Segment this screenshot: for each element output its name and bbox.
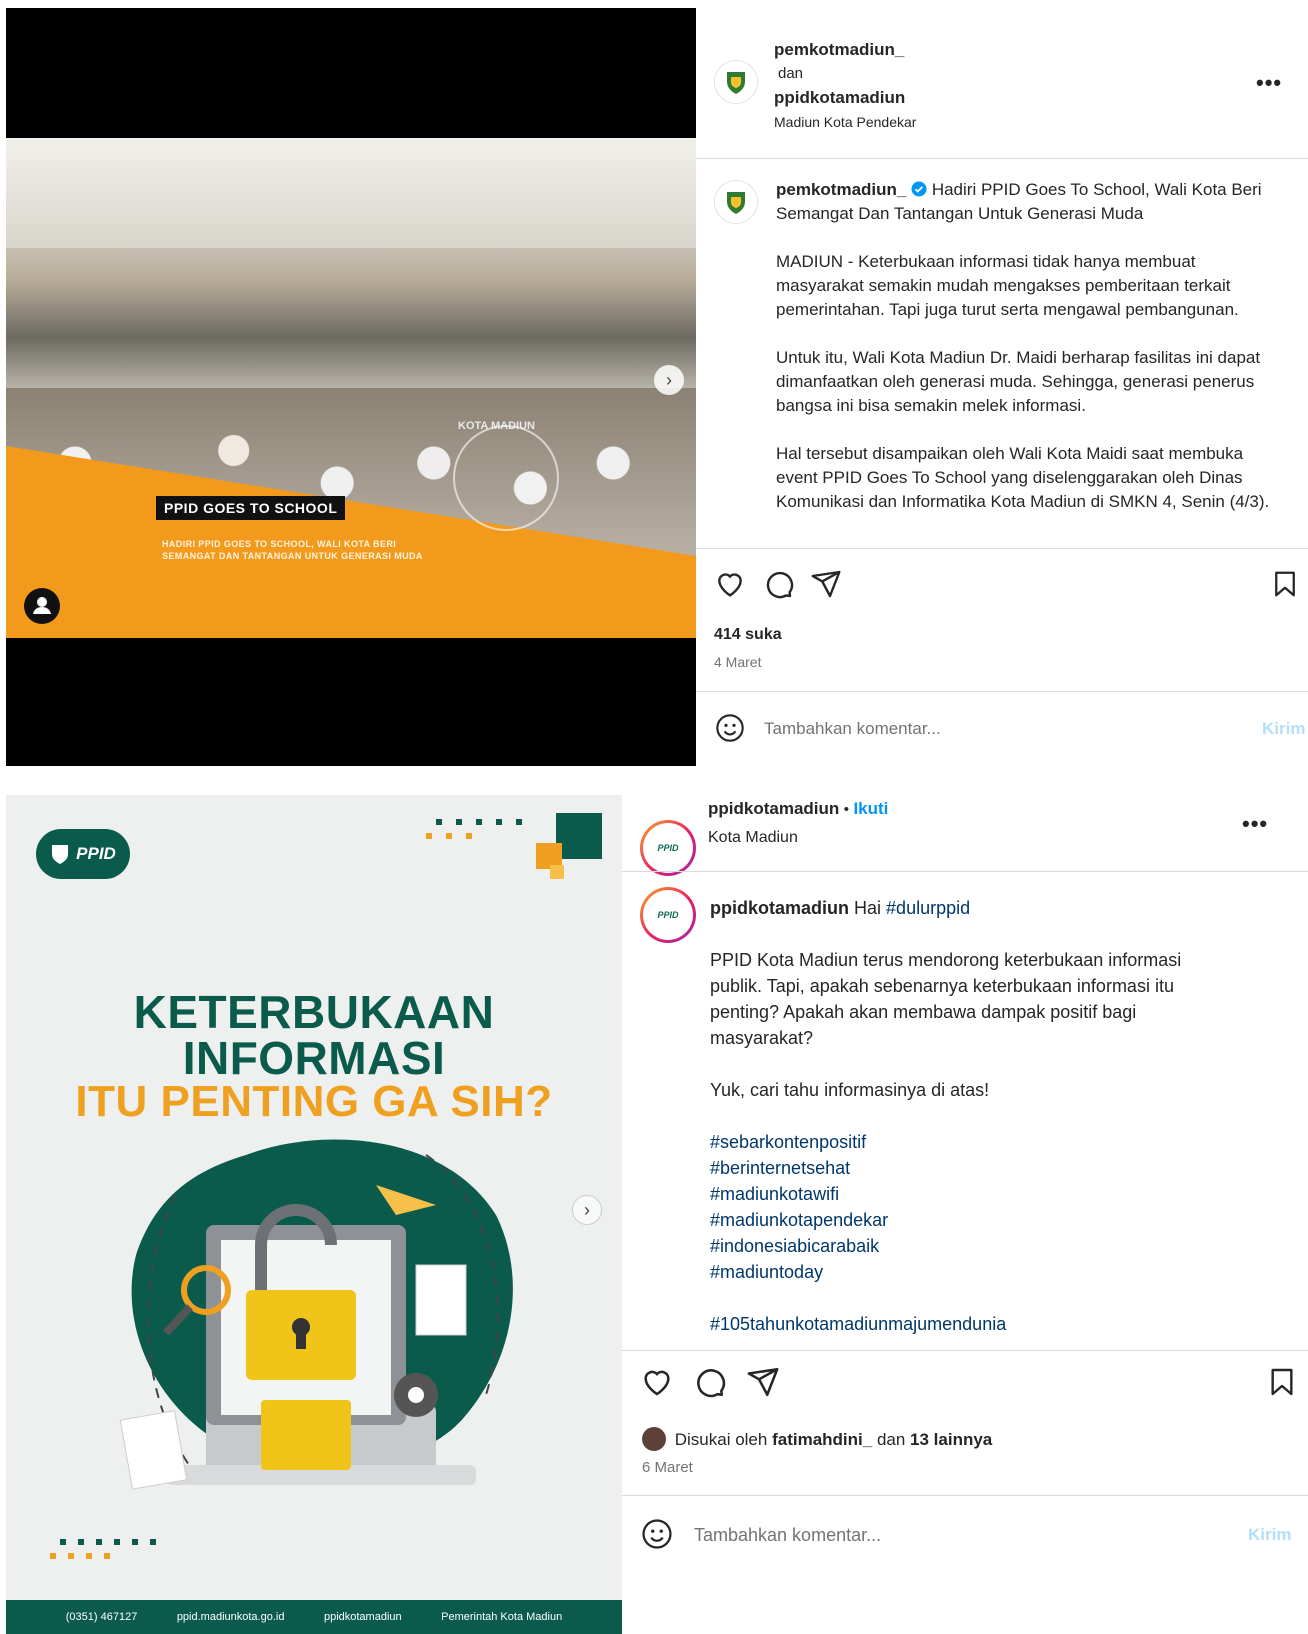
next-slide-button[interactable]: › [572,1195,602,1225]
post-2: PPID KETERBUKAAN INFORMASI ITU PENTING G… [6,795,1308,1634]
send-comment-button[interactable]: Kirim [1248,1525,1291,1545]
avatar[interactable] [714,60,758,104]
send-comment-button[interactable]: Kirim [1262,719,1305,739]
banner-title: PPID GOES TO SCHOOL [156,496,346,520]
share-send-icon[interactable] [810,568,842,600]
caption-avatar[interactable]: PPID [640,887,696,943]
caption-username[interactable]: pemkotmadiun_ [776,180,906,199]
post-header: ppidkotamadiun • Ikuti Kota Madiun [708,795,888,852]
ppid-logo: PPID [36,829,130,879]
decor-dots [50,1539,156,1559]
chevron-right-icon: › [666,369,672,390]
more-options-icon[interactable]: ••• [1242,811,1268,837]
more-options-icon[interactable]: ••• [1256,70,1282,96]
header-location[interactable]: Kota Madiun [708,824,888,852]
caption-paragraph-1: PPID Kota Madiun terus mendorong keterbu… [710,950,1182,1048]
shield-icon [52,845,69,864]
hashtag[interactable]: #dulurppid [886,898,970,918]
like-heart-icon[interactable] [714,568,746,600]
banner-subtitle: HADIRI PPID GOES TO SCHOOL, WALI KOTA BE… [162,539,423,561]
header-location[interactable]: Madiun Kota Pendekar [774,110,916,134]
liker-avatar[interactable] [642,1427,666,1451]
save-bookmark-icon[interactable] [1270,568,1300,600]
chevron-right-icon: › [584,1199,590,1220]
post-date: 6 Maret [642,1459,693,1476]
decor-squares [426,813,602,879]
liked-others[interactable]: 13 lainnya [910,1430,992,1449]
footer-instagram: ppidkotamadiun [323,1611,402,1623]
comment-input[interactable]: Tambahkan komentar... [694,1525,881,1546]
post-2-media[interactable]: PPID KETERBUKAAN INFORMASI ITU PENTING G… [6,795,622,1634]
tagged-user-icon[interactable] [24,588,60,624]
verified-badge-icon [911,181,927,197]
header-username[interactable]: ppidkotamadiun [708,799,839,818]
post-1-media[interactable]: KOTA MADIUN PPID GOES TO SCHOOL HADIRI P… [6,8,696,766]
caption-avatar[interactable] [714,180,758,224]
like-heart-icon[interactable] [640,1365,674,1399]
orange-banner [6,425,696,638]
hashtag[interactable]: #sebarkontenpositif [710,1129,1230,1155]
next-slide-button[interactable]: › [654,365,684,395]
emoji-icon[interactable] [714,712,746,744]
post-date: 4 Maret [714,654,762,670]
share-send-icon[interactable] [746,1365,780,1399]
header-user-1[interactable]: pemkotmadiun_ [774,38,916,62]
caption-paragraph-2: Yuk, cari tahu informasinya di atas! [710,1080,990,1100]
liked-by: Disukai oleh fatimahdini_ dan 13 lainnya [642,1427,992,1451]
avatar[interactable]: PPID [640,820,696,876]
hashtag-list: #sebarkontenpositif #berinternetsehat #m… [710,1129,1230,1285]
watermark-text: KOTA MADIUN [458,420,535,432]
hashtag[interactable]: #105tahunkotamadiunmajumendunia [710,1311,1230,1337]
caption-paragraph-1: MADIUN - Keterbukaan informasi tidak han… [776,252,1239,319]
post-1-pane: pemkotmadiun_ dan ppidkotamadiun Madiun … [696,8,1308,766]
caption: ppidkotamadiun Hai #dulurppid PPID Kota … [710,895,1230,1337]
hashtag[interactable]: #madiunkotawifi [710,1181,1230,1207]
post-2-pane: PPID ppidkotamadiun • Ikuti Kota Madiun … [622,795,1308,1634]
header-joiner: dan [778,65,804,82]
emoji-icon[interactable] [640,1517,674,1551]
comment-input[interactable]: Tambahkan komentar... [764,719,941,739]
caption: pemkotmadiun_ Hadiri PPID Goes To School… [776,178,1276,514]
save-bookmark-icon[interactable] [1266,1365,1298,1399]
caption-paragraph-3: Hal tersebut disampaikan oleh Wali Kota … [776,444,1270,511]
caption-paragraph-2: Untuk itu, Wali Kota Madiun Dr. Maidi be… [776,348,1261,415]
crest-icon [727,72,745,94]
caption-username[interactable]: ppidkotamadiun [710,898,849,918]
footer-phone: (0351) 467127 [65,1611,138,1623]
poster-footer: (0351) 467127 ppid.madiunkota.go.id ppid… [6,1600,622,1634]
liker-username[interactable]: fatimahdini_ [772,1430,872,1449]
post-1: KOTA MADIUN PPID GOES TO SCHOOL HADIRI P… [6,8,1308,766]
post-header-users: pemkotmadiun_ dan ppidkotamadiun Madiun … [774,38,916,134]
follow-button[interactable]: Ikuti [853,799,888,818]
footer-facebook: Pemerintah Kota Madiun [441,1611,563,1623]
comment-icon[interactable] [762,568,794,600]
comment-icon[interactable] [692,1365,726,1399]
like-count[interactable]: 414 suka [714,626,782,644]
hashtag[interactable]: #madiuntoday [710,1259,1230,1285]
hashtag[interactable]: #indonesiabicarabaik [710,1233,1230,1259]
padlock-laptop-illustration [119,1139,513,1490]
hashtag[interactable]: #madiunkotapendekar [710,1207,1230,1233]
crest-icon [727,192,745,214]
hashtag[interactable]: #berinternetsehat [710,1155,1230,1181]
header-user-2[interactable]: ppidkotamadiun [774,86,916,110]
footer-web: ppid.madiunkota.go.id [176,1611,285,1623]
